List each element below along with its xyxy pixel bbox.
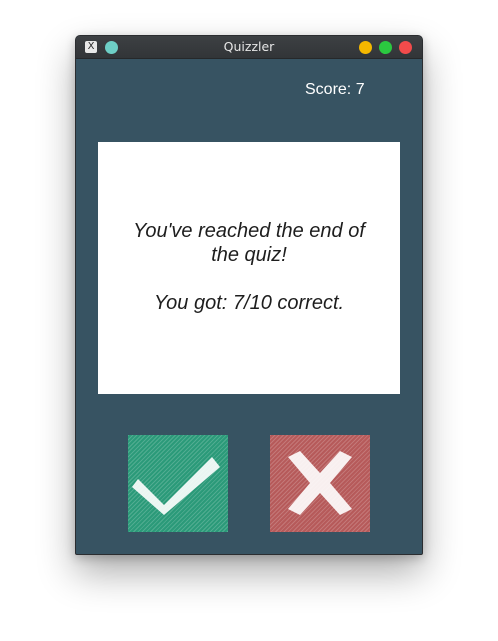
true-button[interactable]: [128, 435, 228, 532]
checkmark-icon: [132, 457, 220, 515]
close-button[interactable]: [399, 41, 412, 54]
minimize-button[interactable]: [359, 41, 372, 54]
app-window: X Quizzler Score: 7 You've reached the e…: [75, 35, 423, 555]
question-line-2: the quiz!: [211, 244, 287, 266]
false-button[interactable]: [270, 435, 370, 532]
title-bar[interactable]: X Quizzler: [76, 36, 422, 59]
question-line-3: You got: 7/10 correct.: [153, 292, 345, 314]
screen: X Quizzler Score: 7 You've reached the e…: [0, 0, 498, 641]
question-card: You've reached the end of the quiz! You …: [98, 142, 400, 394]
cross-icon: [288, 451, 352, 515]
maximize-button[interactable]: [379, 41, 392, 54]
question-line-1: You've reached the end of: [133, 220, 365, 242]
score-label: Score: 7: [305, 81, 365, 98]
question-text: You've reached the end of the quiz! You …: [98, 219, 400, 315]
